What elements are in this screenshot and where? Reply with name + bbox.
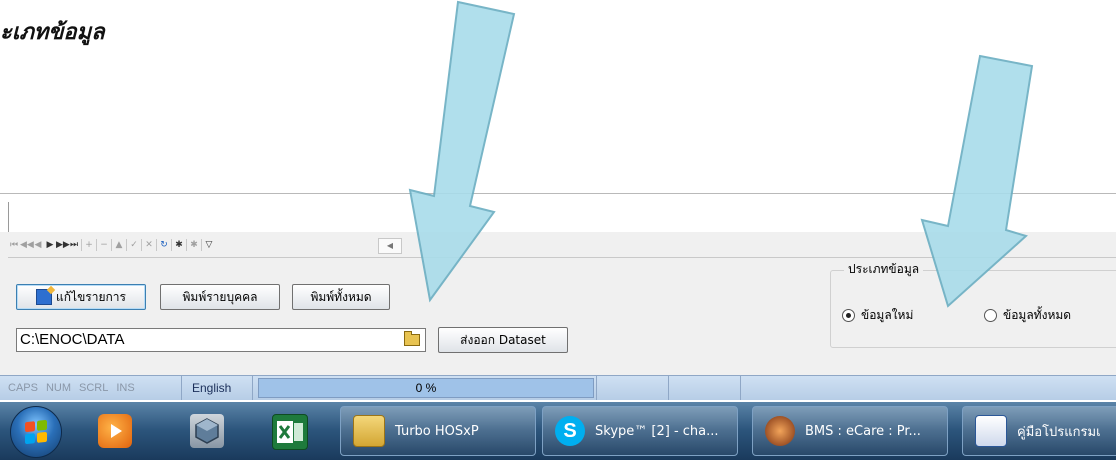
callout-arrows: [408, 0, 1034, 308]
arrow-to-export-icon: [408, 0, 516, 303]
arrow-to-data-type-icon: [920, 54, 1034, 308]
